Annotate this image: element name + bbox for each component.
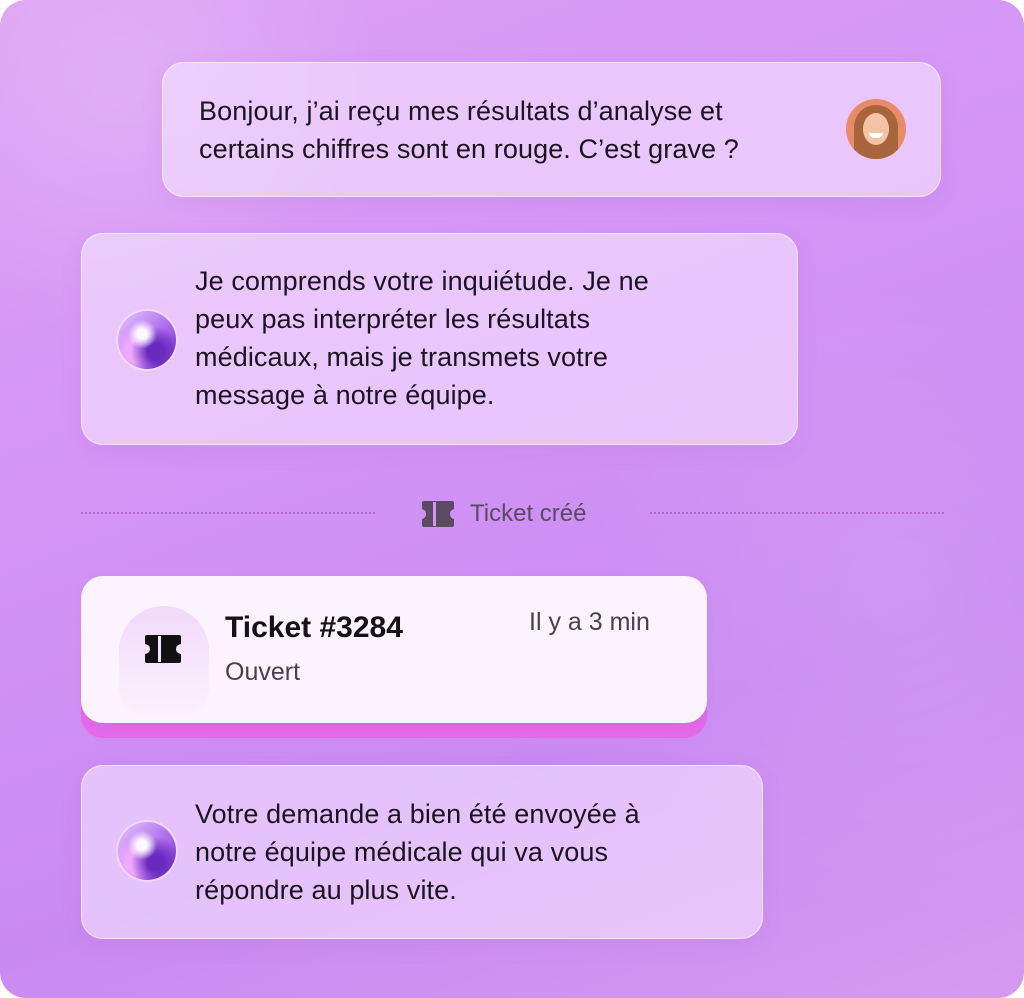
divider-label-text: Ticket créé [470,500,587,527]
ticket-title: Ticket #3284 [225,611,403,644]
assistant-orb-icon [118,311,176,369]
divider-line-left [81,512,375,514]
assistant-message-text: Votre demande a bien été envoyée à notre… [195,799,640,905]
avatar-face [863,113,889,145]
user-message-bubble: Bonjour, j’ai reçu mes résultats d’analy… [162,62,941,197]
user-avatar [846,99,906,159]
ticket-timestamp: Il y a 3 min [529,608,650,636]
assistant-message-bubble: Je comprends votre inquiétude. Je ne peu… [81,233,798,445]
chat-canvas: Bonjour, j’ai reçu mes résultats d’analy… [0,0,1024,998]
ticket-created-divider: Ticket créé [420,497,586,531]
ticket-icon [422,501,454,527]
assistant-orb-icon [118,822,176,880]
divider-line-right [650,512,944,514]
ticket-status: Ouvert [225,658,301,686]
assistant-message-text: Je comprends votre inquiétude. Je ne peu… [195,266,649,410]
user-message-text: Bonjour, j’ai reçu mes résultats d’analy… [199,96,739,164]
ticket-card[interactable]: Ticket #3284 Ouvert Il y a 3 min [81,576,707,723]
assistant-message-bubble: Votre demande a bien été envoyée à notre… [81,765,763,939]
ticket-icon [145,635,181,663]
